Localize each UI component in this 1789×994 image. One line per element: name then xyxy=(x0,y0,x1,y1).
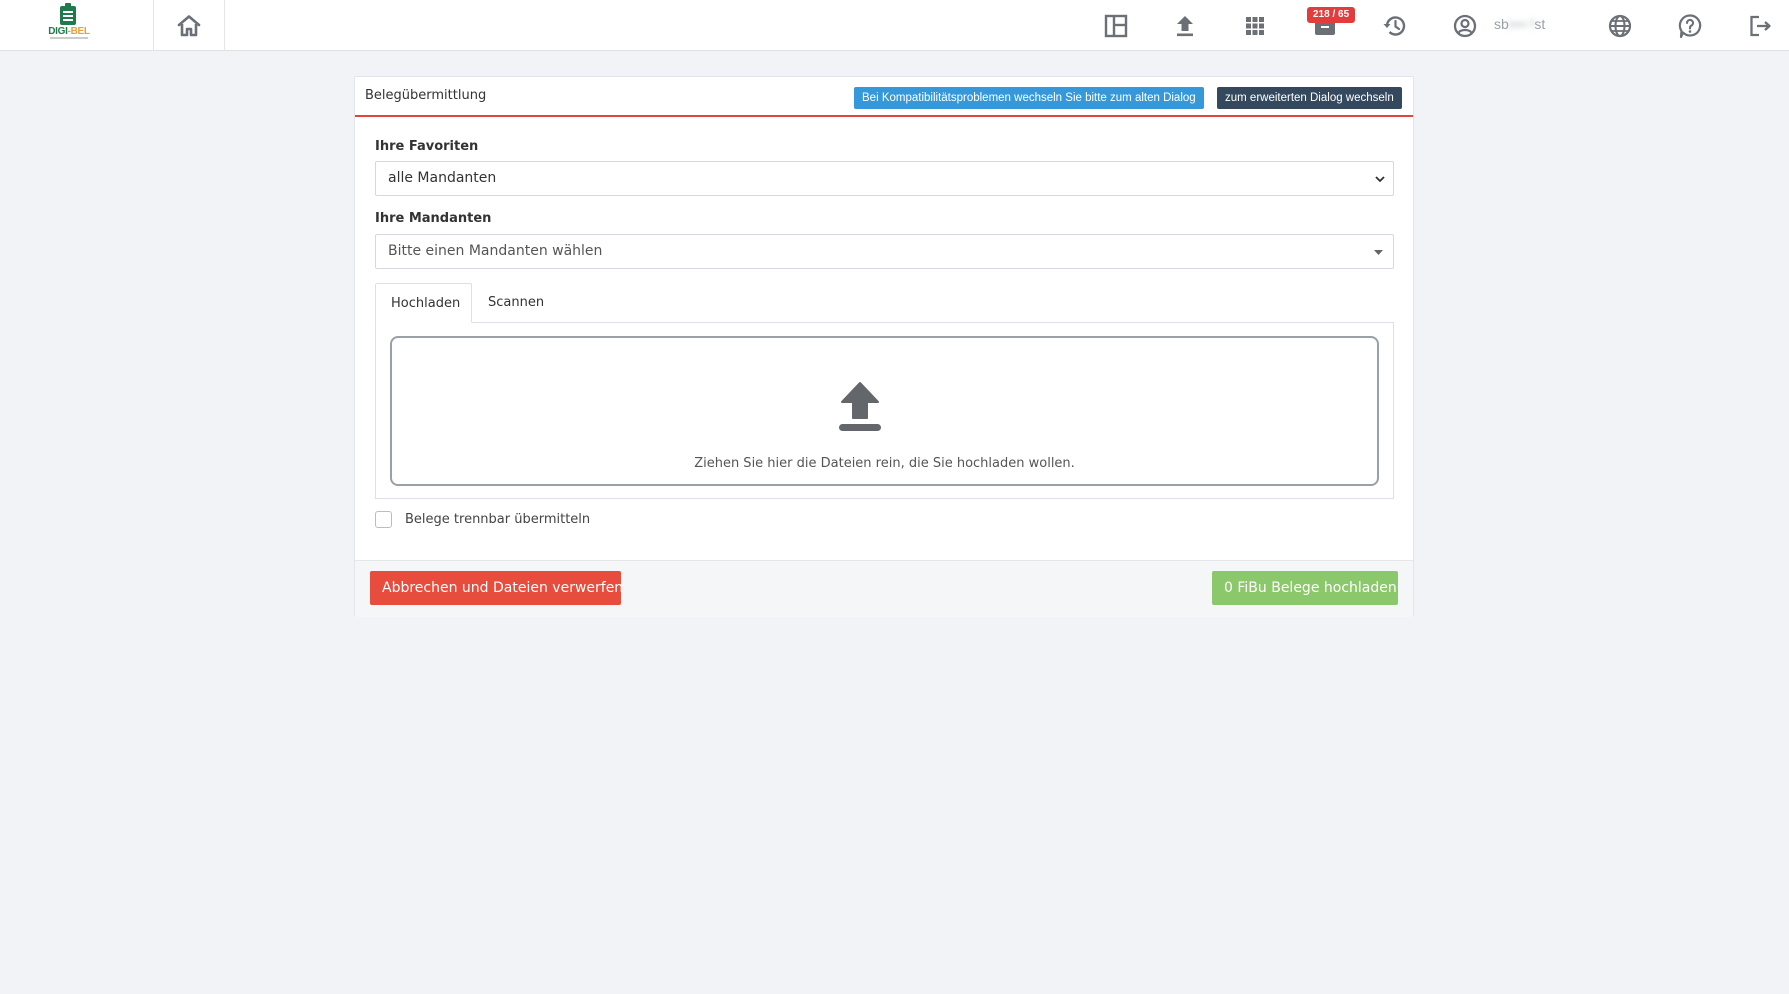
logo-document-icon xyxy=(60,3,76,25)
language-button[interactable] xyxy=(1606,12,1634,40)
logout-button[interactable] xyxy=(1746,12,1774,40)
dashboard-button[interactable] xyxy=(1102,12,1130,40)
tab-upload[interactable]: Hochladen xyxy=(375,283,472,323)
upload-icon xyxy=(1177,16,1193,37)
favorites-select[interactable]: alle Mandanten xyxy=(375,161,1394,196)
apps-button[interactable] xyxy=(1241,12,1269,40)
logo-tagline xyxy=(50,37,88,39)
dropzone-hint: Ziehen Sie hier die Dateien rein, die Si… xyxy=(694,456,1075,471)
logo-wordmark: DIGI-BEL xyxy=(47,26,91,37)
globe-icon xyxy=(1608,14,1632,38)
history-icon xyxy=(1383,16,1406,36)
username-label[interactable]: sbi••• fst xyxy=(1494,16,1545,32)
home-icon xyxy=(177,14,201,36)
tab-scan[interactable]: Scannen xyxy=(473,283,559,323)
username-start: sb xyxy=(1494,16,1509,32)
home-button[interactable] xyxy=(154,0,225,51)
clients-select[interactable]: Bitte einen Mandanten wählen xyxy=(375,234,1394,269)
upload-tabs: Hochladen Scannen xyxy=(375,283,1394,323)
separable-checkbox[interactable] xyxy=(375,511,392,528)
user-profile-button[interactable] xyxy=(1451,12,1479,40)
digibel-logo[interactable]: DIGI-BEL xyxy=(47,3,91,44)
history-button[interactable] xyxy=(1381,12,1409,40)
separable-checkbox-label[interactable]: Belege trennbar übermitteln xyxy=(405,512,590,527)
notification-badge[interactable]: 218 / 65 xyxy=(1307,7,1356,23)
help-icon xyxy=(1678,14,1702,39)
card-header: Belegübermittlung Bei Kompatibilitätspro… xyxy=(355,77,1413,117)
favorites-selected-value: alle Mandanten xyxy=(388,170,497,186)
upload-nav-button[interactable] xyxy=(1171,12,1199,40)
dashboard-icon xyxy=(1104,14,1128,38)
upload-tab-panel: Ziehen Sie hier die Dateien rein, die Si… xyxy=(375,322,1394,499)
document-submission-card: Belegübermittlung Bei Kompatibilitätspro… xyxy=(354,76,1414,617)
upload-arrow-icon xyxy=(839,382,881,431)
clients-placeholder: Bitte einen Mandanten wählen xyxy=(388,243,603,259)
caret-down-icon xyxy=(1374,250,1383,255)
card-title: Belegübermittlung xyxy=(365,88,487,103)
clients-label: Ihre Mandanten xyxy=(375,211,492,226)
username-end: st xyxy=(1534,16,1546,32)
logout-icon xyxy=(1750,15,1771,37)
file-dropzone[interactable]: Ziehen Sie hier die Dateien rein, die Si… xyxy=(390,336,1379,486)
username-redacted: i••• f xyxy=(1508,16,1535,32)
switch-to-extended-dialog-button[interactable]: zum erweiterten Dialog wechseln xyxy=(1217,87,1402,109)
favorites-label: Ihre Favoriten xyxy=(375,139,479,154)
apps-grid-icon xyxy=(1246,17,1264,35)
logo-text-digi: DIGI xyxy=(48,26,68,37)
logo-text-bel: -BEL xyxy=(67,26,90,37)
upload-documents-button[interactable]: 0 FiBu Belege hochladen xyxy=(1212,571,1398,605)
switch-to-old-dialog-button[interactable]: Bei Kompatibilitätsproblemen wechseln Si… xyxy=(854,87,1204,109)
top-navbar: DIGI-BEL 218 / 65 sbi••• fst xyxy=(0,0,1789,51)
help-button[interactable] xyxy=(1676,12,1704,40)
chevron-down-icon xyxy=(1375,176,1385,183)
user-circle-icon xyxy=(1453,14,1477,38)
logo-cell: DIGI-BEL xyxy=(0,0,154,51)
cancel-discard-button[interactable]: Abbrechen und Dateien verwerfen xyxy=(370,571,623,605)
card-footer: Abbrechen und Dateien verwerfen 0 FiBu B… xyxy=(355,560,1413,617)
